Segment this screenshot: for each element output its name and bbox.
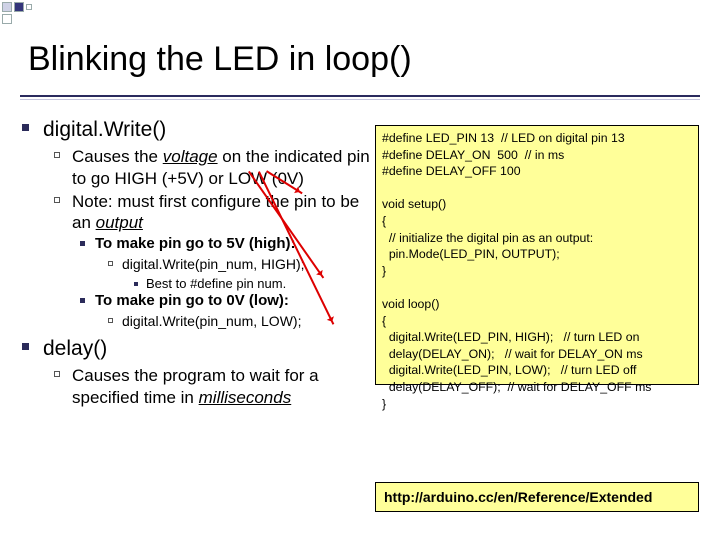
bullet-content: digital.Write() Causes the voltage on th… (22, 115, 372, 410)
corner-decor (2, 2, 72, 24)
bullet-hollow-icon (54, 152, 60, 158)
bullet-icon (22, 343, 29, 350)
lvl5-define: Best to #define pin num. (146, 276, 286, 292)
bullet-small-icon (80, 241, 85, 246)
bullet-hollow-icon (54, 197, 60, 203)
lvl4-write-low: digital.Write(pin_num, LOW); (122, 313, 301, 331)
lvl1-digitalwrite: digital.Write() (43, 117, 166, 143)
lvl2-ms: Causes the program to wait for a specifi… (72, 365, 372, 408)
lvl2-voltage: Causes the voltage on the indicated pin … (72, 146, 372, 189)
title-underline-thin (20, 99, 700, 100)
slide-title: Blinking the LED in loop() (28, 40, 412, 79)
lvl2-output: Note: must first configure the pin to be… (72, 191, 372, 234)
bullet-mini-icon (134, 282, 138, 286)
code-snippet: #define LED_PIN 13 // LED on digital pin… (375, 125, 699, 385)
title-underline (20, 95, 700, 97)
bullet-icon (22, 124, 29, 131)
reference-link: http://arduino.cc/en/Reference/Extended (375, 482, 699, 512)
lvl1-delay: delay() (43, 336, 107, 362)
bullet-tiny-hollow-icon (108, 261, 113, 266)
bullet-tiny-hollow-icon (108, 318, 113, 323)
bullet-small-icon (80, 298, 85, 303)
bullet-hollow-icon (54, 371, 60, 377)
lvl3-high: To make pin go to 5V (high): (95, 235, 296, 254)
lvl4-write-high: digital.Write(pin_num, HIGH); (122, 256, 305, 274)
lvl3-low: To make pin go to 0V (low): (95, 292, 289, 311)
